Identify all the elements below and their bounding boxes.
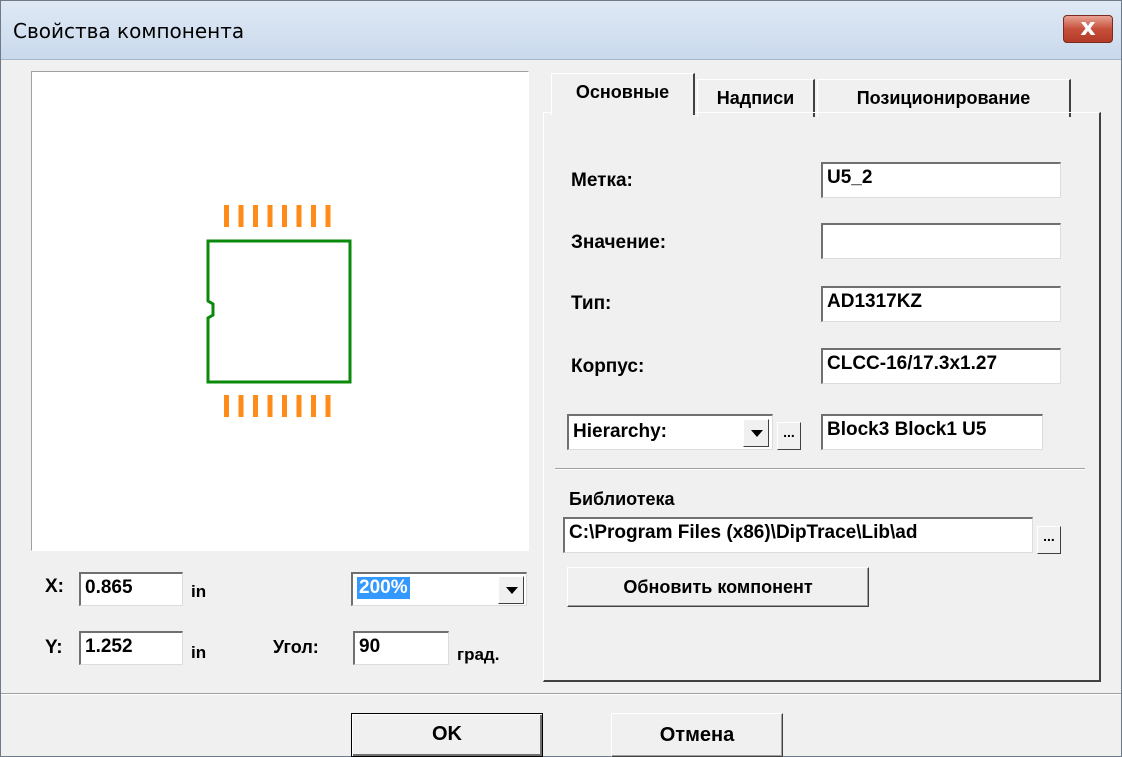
- y-unit: in: [191, 643, 207, 662]
- chevron-down-icon[interactable]: [743, 419, 769, 447]
- hierarchy-select-value: Hierarchy:: [573, 421, 667, 442]
- pad: [267, 205, 273, 227]
- pad: [267, 395, 273, 417]
- component-properties-dialog: Свойства компонента x X: 0.865 in 200% Y…: [0, 0, 1122, 757]
- pad: [296, 205, 302, 227]
- component-outline: [206, 239, 352, 384]
- pad: [296, 395, 302, 417]
- x-unit: in: [191, 582, 207, 601]
- angle-label: Угол:: [273, 637, 319, 657]
- angle-input[interactable]: 90: [353, 631, 449, 665]
- label-input[interactable]: U5_2: [821, 162, 1061, 198]
- update-component-button[interactable]: Обновить компонент: [567, 567, 869, 607]
- pad: [325, 205, 331, 227]
- library-label: Библиотека: [569, 489, 675, 509]
- y-label: Y:: [45, 637, 63, 658]
- pad: [224, 395, 229, 417]
- bottom-pads: [224, 395, 331, 417]
- pad: [311, 205, 316, 227]
- pad: [325, 395, 331, 417]
- x-label: X:: [45, 576, 64, 597]
- ok-button[interactable]: OK: [351, 713, 543, 757]
- package-field-label: Корпус:: [571, 356, 645, 377]
- y-input[interactable]: 1.252: [79, 631, 183, 665]
- component-preview[interactable]: [31, 71, 529, 551]
- pad: [282, 395, 287, 417]
- pad: [238, 395, 244, 417]
- type-field-label: Тип:: [571, 293, 612, 314]
- library-browse-button[interactable]: ...: [1037, 526, 1061, 554]
- zoom-value: 200%: [357, 577, 410, 599]
- pad: [253, 205, 258, 227]
- pad: [311, 395, 316, 417]
- footprint-drawing: [206, 205, 352, 417]
- hierarchy-select[interactable]: Hierarchy:: [567, 414, 773, 450]
- library-path-input[interactable]: C:\Program Files (x86)\DipTrace\Lib\ad: [563, 517, 1033, 553]
- pad: [282, 205, 287, 227]
- hierarchy-input[interactable]: Block3 Block1 U5: [821, 414, 1043, 450]
- top-pads: [224, 205, 331, 227]
- close-button[interactable]: x: [1063, 13, 1113, 43]
- value-field-label: Значение:: [571, 232, 667, 253]
- zoom-select[interactable]: 200%: [351, 572, 527, 606]
- pad: [238, 205, 244, 227]
- type-input[interactable]: AD1317KZ: [821, 286, 1061, 322]
- label-field-label: Метка:: [571, 170, 633, 191]
- close-icon[interactable]: x: [1064, 13, 1112, 41]
- angle-unit: град.: [457, 645, 500, 664]
- pad: [253, 395, 258, 417]
- bottom-divider: [1, 693, 1121, 695]
- value-input[interactable]: [821, 223, 1061, 259]
- divider: [555, 468, 1085, 470]
- tab-main[interactable]: Основные: [551, 73, 695, 115]
- window-title: Свойства компонента: [13, 19, 245, 43]
- package-input[interactable]: CLCC-16/17.3x1.27: [821, 348, 1061, 384]
- cancel-button[interactable]: Отмена: [611, 713, 783, 757]
- x-input[interactable]: 0.865: [79, 572, 183, 606]
- hierarchy-browse-button[interactable]: ...: [777, 422, 801, 450]
- pad: [224, 205, 229, 227]
- title-bar[interactable]: Свойства компонента x: [1, 1, 1121, 60]
- chevron-down-icon[interactable]: [498, 576, 524, 604]
